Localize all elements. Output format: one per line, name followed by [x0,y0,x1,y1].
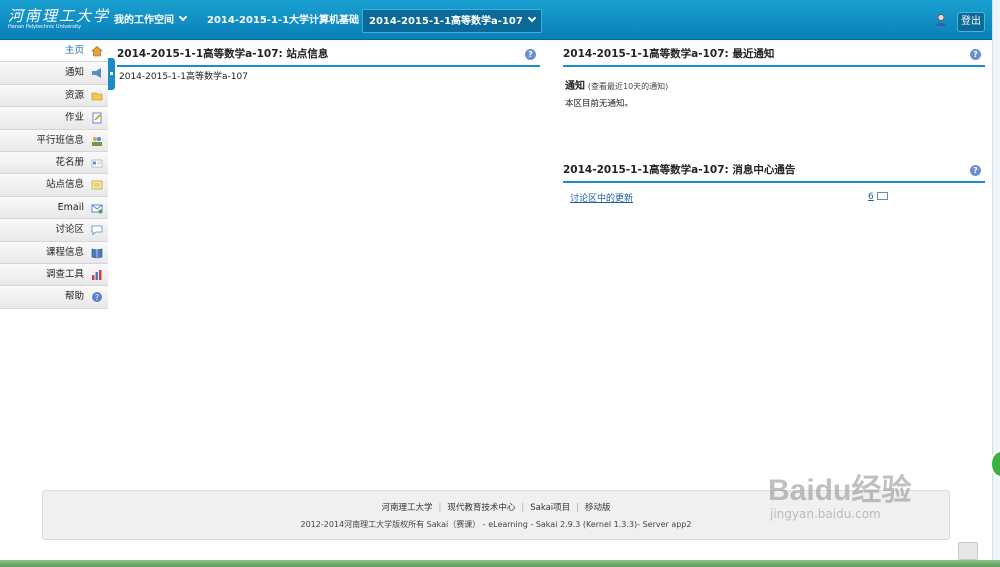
sidebar-item-site-info[interactable]: 站点信息 [0,174,108,197]
sidebar-item-assignments[interactable]: 作业 [0,107,108,130]
envelope-icon [876,192,888,200]
user-icon[interactable] [934,13,948,27]
site-info-icon [91,181,103,190]
discussion-icon [91,225,103,236]
sidebar-item-label: 课程信息 [45,246,84,258]
tab-advanced-math[interactable]: 2014-2015-1-1高等数学a-107 [362,9,542,33]
message-count-link[interactable]: 6 [868,192,874,202]
tab-label: 2014-2015-1-1大学计算机基础 [207,15,360,26]
sidebar-item-discussion[interactable]: 讨论区 [0,219,108,242]
help-icon: ? [92,292,102,303]
tab-my-workspace[interactable]: 我的工作空间 [108,9,192,33]
sidebar-item-label: 帮助 [64,291,84,303]
help-icon[interactable]: ? [970,165,981,176]
discussion-updates-link[interactable]: 讨论区中的更新 [570,194,633,204]
collapse-menu-handle[interactable] [108,58,115,90]
help-icon[interactable]: ? [970,49,981,60]
sidebar-item-label: 讨论区 [55,224,84,236]
book-icon [91,248,103,258]
svg-text:?: ? [95,293,99,302]
tab-label: 2014-2015-1-1高等数学a-107 [369,16,523,27]
message-center-row: 讨论区中的更新 [570,191,633,204]
sidebar-item-home[interactable]: 主页 [0,40,108,63]
watermark-url: jingyan.baidu.com [770,507,881,521]
tab-computer-basics[interactable]: 2014-2015-1-1大学计算机基础 [201,9,377,33]
sidebar-item-label: Email [57,201,84,213]
sidebar-item-label: 主页 [64,45,84,56]
footer-separator: | [438,503,442,513]
footer-link-sakai[interactable]: Sakai项目 [530,503,570,513]
top-navigation-bar: 河南理工大学 Henan Polytechnic University 我的工作… [0,0,1000,40]
sidebar-item-label: 花名册 [55,156,84,168]
logout-button[interactable]: 登出 [957,12,985,32]
os-taskbar [0,560,1000,567]
tool-menu: 主页 通知 资源 作业 平行班信息 花名册 站点信息 Email 讨论区 课程信… [0,40,108,309]
baidu-watermark: Baidu经验 jingyan.baidu.com [768,465,911,521]
sidebar-item-survey-tools[interactable]: 调查工具 [0,263,108,287]
folder-icon [91,92,103,101]
announcements-heading-row: 通知 (查看最近10天的通知) [565,77,668,92]
watermark-text: Baidu经验 [768,474,912,507]
university-logo[interactable]: 河南理工大学 Henan Polytechnic University [8,7,111,34]
site-info-body: 2014-2015-1-1高等数学a-107 [119,72,248,82]
sidebar-item-resources[interactable]: 资源 [0,84,108,108]
home-icon [91,46,103,57]
sidebar-item-label: 资源 [64,89,84,101]
portlet-title-message-center: 2014-2015-1-1高等数学a-107: 消息中心通告 ? [563,157,985,183]
tab-label: 我的工作空间 [114,15,174,26]
help-icon[interactable]: ? [525,49,536,60]
megaphone-icon [92,68,101,79]
portlet-title-text: 2014-2015-1-1高等数学a-107: 最近通知 [563,48,775,60]
roster-icon [91,159,103,168]
portlet-title-announcements: 2014-2015-1-1高等数学a-107: 最近通知 ? [563,41,985,67]
message-count: 6 [868,191,888,202]
announcements-empty-text: 本区目前无通知。 [565,99,634,109]
sidebar-item-label: 调查工具 [45,268,84,280]
presence-icon[interactable] [958,542,978,560]
sidebar-item-label: 作业 [64,112,84,124]
announcements-subheading: (查看最近10天的通知) [587,82,669,91]
sidebar-item-label: 通知 [64,67,84,79]
sidebar-item-label: 站点信息 [45,179,84,191]
sidebar-item-label: 平行班信息 [36,134,84,146]
logo-text-cn: 河南理工大学 [8,7,111,25]
portlet-title-text: 2014-2015-1-1高等数学a-107: 消息中心通告 [563,164,796,176]
announcements-heading: 通知 [565,81,585,92]
sidebar-item-parallel-classes[interactable]: 平行班信息 [0,129,108,152]
sidebar-item-announcements[interactable]: 通知 [0,62,108,85]
group-icon [92,136,102,146]
sidebar-item-email[interactable]: Email [0,196,108,220]
logo-text-en: Henan Polytechnic University [8,24,82,30]
sidebar-item-roster[interactable]: 花名册 [0,151,108,175]
chart-icon [92,269,102,280]
portlet-title-site-info: 2014-2015-1-1高等数学a-107: 站点信息 ? [117,41,540,67]
portlet-title-text: 2014-2015-1-1高等数学a-107: 站点信息 [117,48,329,60]
chevron-down-icon [178,12,188,22]
sidebar-item-course-info[interactable]: 课程信息 [0,241,108,264]
footer-link-mobile[interactable]: 移动版 [585,503,611,513]
email-icon [91,204,103,214]
footer-separator: | [521,503,525,513]
footer-separator: | [576,503,580,513]
scrollbar[interactable] [992,0,1000,567]
assignment-icon [92,112,102,124]
sidebar-item-help[interactable]: 帮助 ? [0,286,108,309]
footer-link-university[interactable]: 河南理工大学 [381,503,432,513]
footer-link-edu-tech-center[interactable]: 现代教育技术中心 [447,503,515,513]
chevron-down-icon [527,13,537,23]
